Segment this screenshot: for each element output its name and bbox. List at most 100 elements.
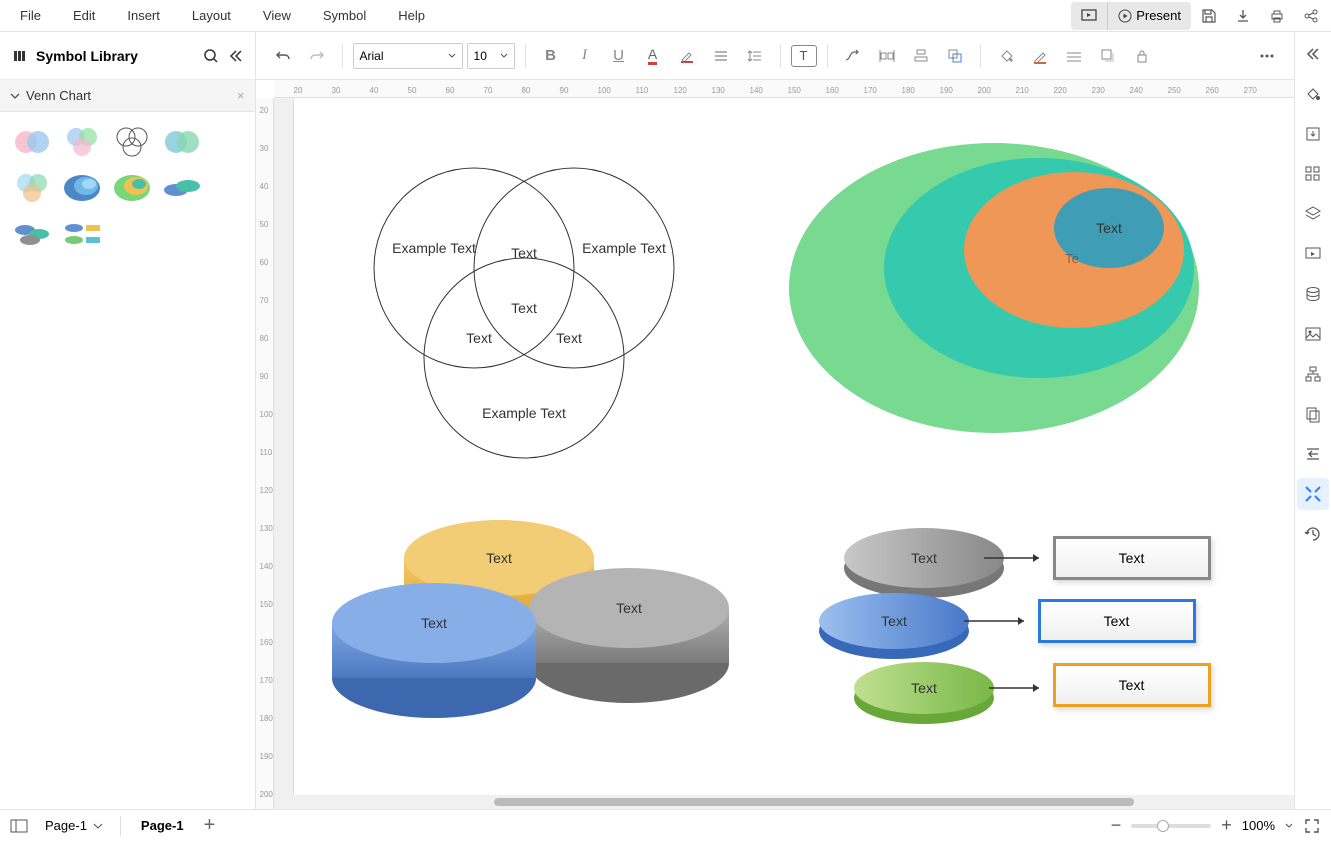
text-tool-button[interactable]: T <box>791 45 817 67</box>
shape-venn3-outline[interactable] <box>110 122 154 162</box>
underline-button[interactable]: U <box>604 41 634 71</box>
cyl-label-b[interactable]: Text <box>421 615 447 631</box>
shape-3d-discs-3[interactable] <box>10 214 54 254</box>
align-button[interactable] <box>706 41 736 71</box>
page-tab[interactable]: Page-1 <box>131 814 194 837</box>
disc-label-3[interactable]: Text <box>911 680 937 696</box>
undo-button[interactable] <box>268 41 298 71</box>
venn-label-ab[interactable]: Text <box>511 245 537 261</box>
line-color-button[interactable] <box>1025 41 1055 71</box>
connector-button[interactable] <box>838 41 868 71</box>
align-objects-button[interactable] <box>906 41 936 71</box>
crosshair-button[interactable] <box>1297 478 1329 510</box>
font-value: Arial <box>360 49 384 63</box>
venn3-diagram[interactable]: Example Text Example Text Example Text T… <box>344 138 704 498</box>
menu-edit[interactable]: Edit <box>57 2 111 29</box>
stacked-ellipses[interactable]: Text Te <box>784 128 1204 448</box>
venn-label-a[interactable]: Example Text <box>392 240 476 256</box>
highlight-icon <box>679 48 695 64</box>
stack-label-1[interactable]: Text <box>1096 220 1122 236</box>
disc-label-1[interactable]: Text <box>911 550 937 566</box>
menu-symbol[interactable]: Symbol <box>307 2 382 29</box>
shape-venn3-pastel[interactable] <box>10 168 54 208</box>
indent-button[interactable] <box>1297 438 1329 470</box>
present-button[interactable]: Present <box>1107 2 1191 30</box>
venn-label-b[interactable]: Example Text <box>582 240 666 256</box>
layers-button[interactable] <box>1297 198 1329 230</box>
close-category-icon[interactable]: × <box>237 88 245 103</box>
venn-label-c[interactable]: Example Text <box>482 405 566 421</box>
font-select[interactable]: Arial <box>353 43 463 69</box>
venn-label-abc[interactable]: Text <box>511 300 537 316</box>
shape-venn2[interactable] <box>10 122 54 162</box>
shadow-button[interactable] <box>1093 41 1123 71</box>
disc-list[interactable]: Text Text Text <box>814 508 1064 738</box>
lock-button[interactable] <box>1127 41 1157 71</box>
menu-layout[interactable]: Layout <box>176 2 247 29</box>
disc-label-2[interactable]: Text <box>881 613 907 629</box>
outline-icon[interactable] <box>10 818 28 834</box>
shape-venn2-flat[interactable] <box>160 122 204 162</box>
line-style-button[interactable] <box>1059 41 1089 71</box>
font-color-button[interactable]: A <box>638 41 668 71</box>
menu-insert[interactable]: Insert <box>111 2 176 29</box>
bold-button[interactable]: B <box>536 41 566 71</box>
export-rail-button[interactable] <box>1297 118 1329 150</box>
theme-button[interactable] <box>1297 78 1329 110</box>
zoom-slider[interactable] <box>1131 824 1211 828</box>
label-box-3[interactable]: Text <box>1053 663 1211 707</box>
stack-label-2[interactable]: Te <box>1065 251 1079 266</box>
expand-rail-button[interactable] <box>1297 38 1329 70</box>
menu-file[interactable]: File <box>4 2 57 29</box>
redo-button[interactable] <box>302 41 332 71</box>
presentation-button[interactable] <box>1297 238 1329 270</box>
page-canvas[interactable]: Example Text Example Text Example Text T… <box>294 98 1294 809</box>
shape-stack-ellipse[interactable] <box>60 168 104 208</box>
save-button[interactable] <box>1193 2 1225 30</box>
shape-disc-labels[interactable] <box>60 214 104 254</box>
scrollbar-thumb[interactable] <box>494 798 1134 806</box>
slideshow-button[interactable] <box>1071 2 1107 30</box>
menu-help[interactable]: Help <box>382 2 441 29</box>
data-button[interactable] <box>1297 278 1329 310</box>
venn-label-ac[interactable]: Text <box>466 330 492 346</box>
shape-venn3-color[interactable] <box>60 122 104 162</box>
search-icon[interactable] <box>203 48 219 64</box>
cylinder-venn[interactable]: Text Text Text <box>324 498 744 738</box>
label-box-2[interactable]: Text <box>1038 599 1196 643</box>
group-button[interactable] <box>940 41 970 71</box>
shape-stack-green[interactable] <box>110 168 154 208</box>
add-page-button[interactable]: + <box>204 814 216 837</box>
sitemap-button[interactable] <box>1297 358 1329 390</box>
collapse-panel-icon[interactable] <box>227 48 243 64</box>
print-button[interactable] <box>1261 2 1293 30</box>
history-button[interactable] <box>1297 518 1329 550</box>
venn-label-bc[interactable]: Text <box>556 330 582 346</box>
zoom-value[interactable]: 100% <box>1242 818 1275 833</box>
canvas-scroll[interactable]: Example Text Example Text Example Text T… <box>274 98 1294 809</box>
line-style-icon <box>1065 48 1083 64</box>
menu-view[interactable]: View <box>247 2 307 29</box>
scrollbar-horizontal[interactable] <box>274 795 1294 809</box>
fullscreen-icon[interactable] <box>1303 817 1321 835</box>
fill-button[interactable] <box>991 41 1021 71</box>
line-spacing-button[interactable] <box>740 41 770 71</box>
page-selector[interactable]: Page-1 <box>38 815 110 836</box>
cyl-label-a[interactable]: Text <box>486 550 512 566</box>
share-button[interactable] <box>1295 2 1327 30</box>
italic-button[interactable]: I <box>570 41 600 71</box>
image-button[interactable] <box>1297 318 1329 350</box>
zoom-in-button[interactable]: + <box>1221 815 1232 836</box>
grid-button[interactable] <box>1297 158 1329 190</box>
shape-3d-discs[interactable] <box>160 168 204 208</box>
category-header[interactable]: Venn Chart × <box>0 80 255 112</box>
export-button[interactable] <box>1227 2 1259 30</box>
distribute-button[interactable] <box>872 41 902 71</box>
more-button[interactable] <box>1252 41 1282 71</box>
highlight-button[interactable] <box>672 41 702 71</box>
clipboard-button[interactable] <box>1297 398 1329 430</box>
zoom-out-button[interactable]: − <box>1111 815 1122 836</box>
label-box-1[interactable]: Text <box>1053 536 1211 580</box>
cyl-label-c[interactable]: Text <box>616 600 642 616</box>
font-size-select[interactable]: 10 <box>467 43 515 69</box>
